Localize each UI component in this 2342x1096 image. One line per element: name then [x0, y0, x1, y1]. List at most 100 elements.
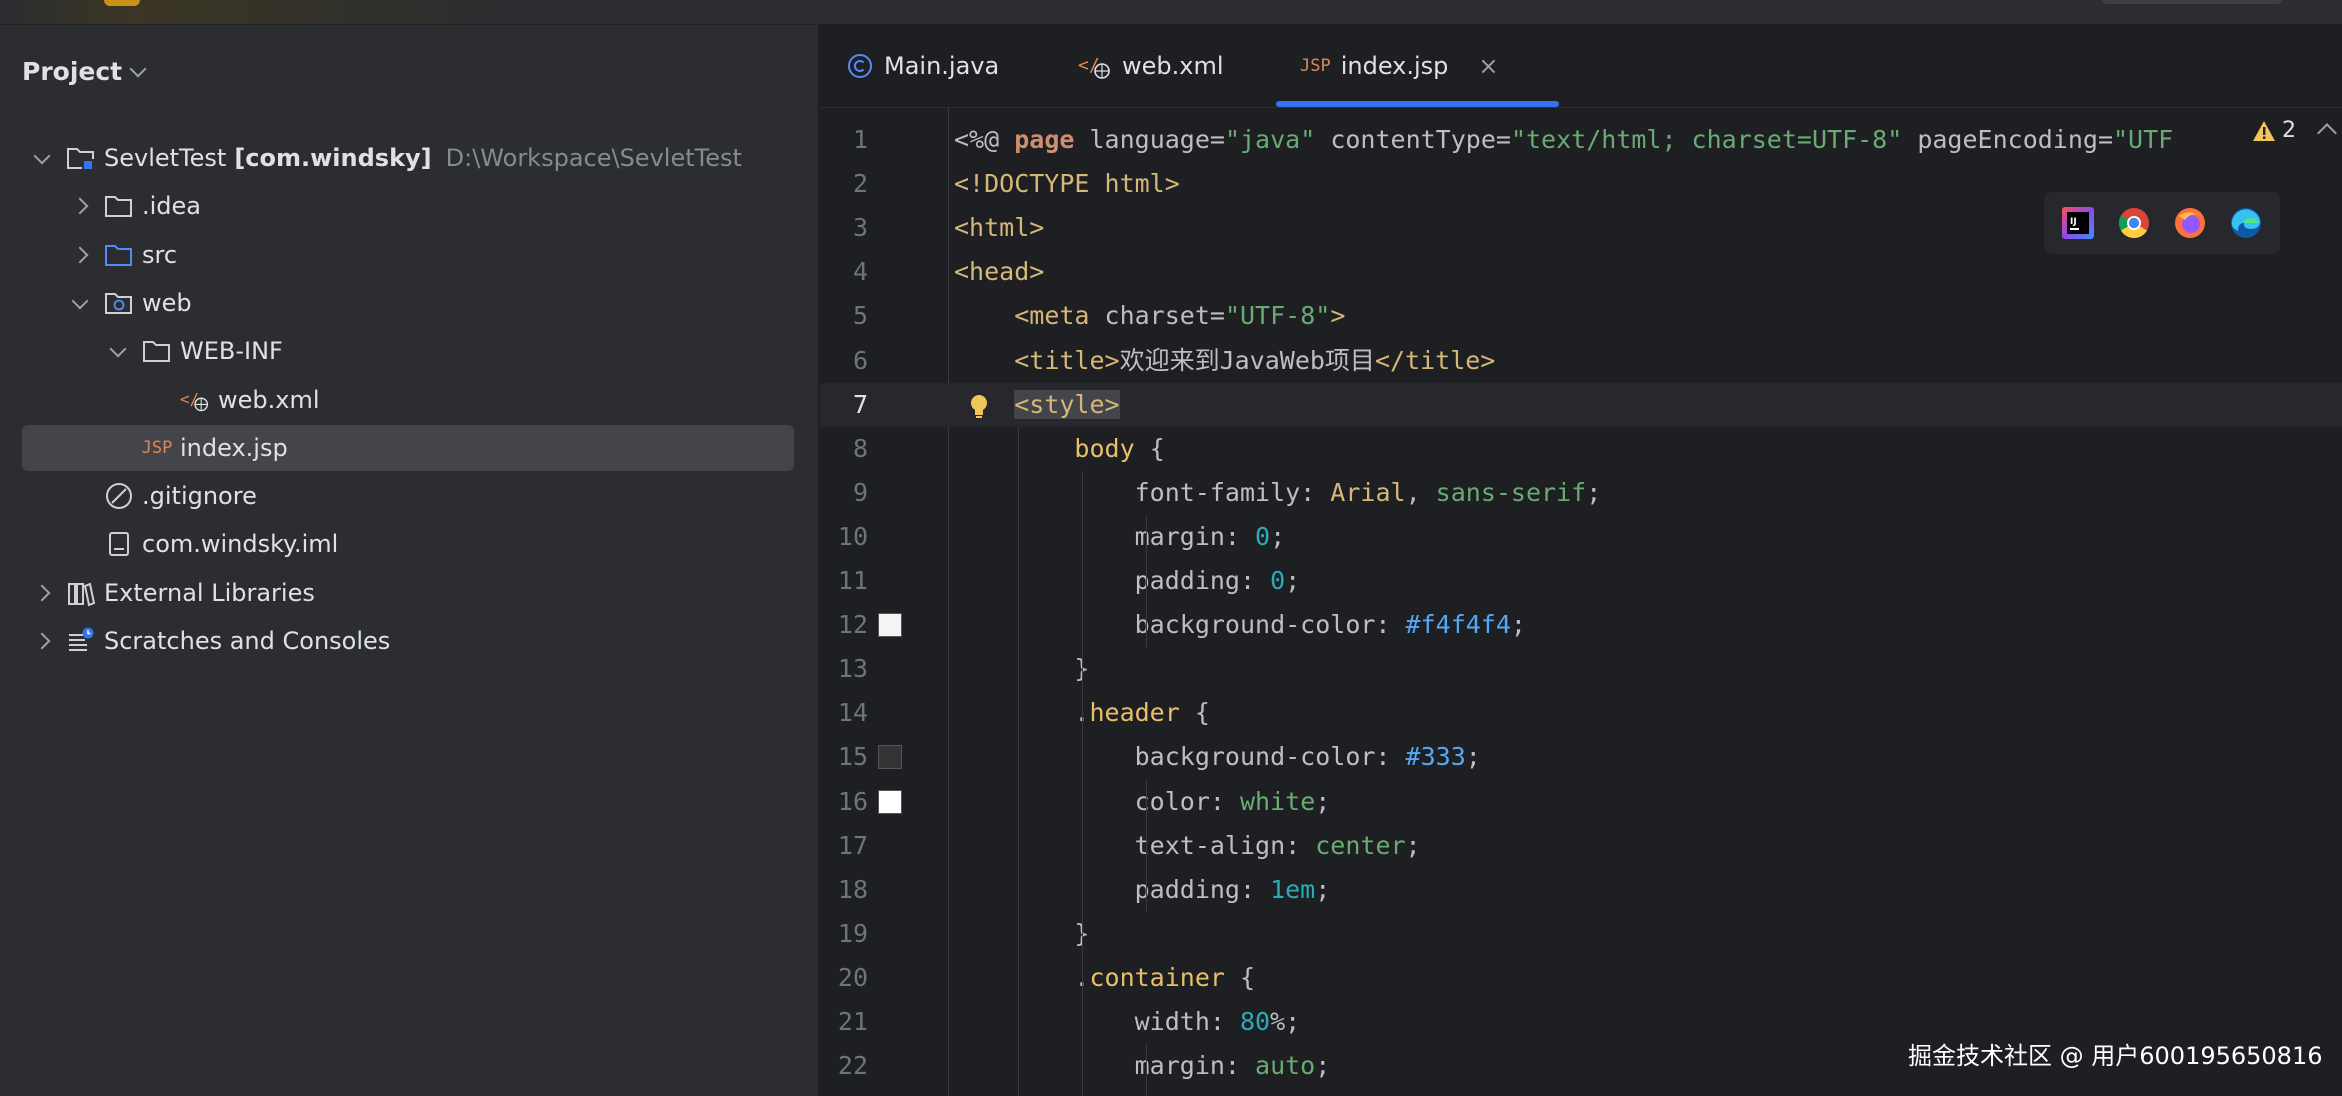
tree-item-com-windsky-iml[interactable]: com.windsky.iml — [22, 521, 794, 567]
code-token: <%@ — [954, 125, 1015, 154]
code-editor[interactable]: 1 <%@ page language="java" contentType="t… — [820, 108, 2342, 1096]
code-token: #f4f4f4 — [1405, 610, 1511, 640]
code-line[interactable]: 1 <%@ page language="java" contentType="t… — [820, 118, 2342, 162]
line-number[interactable]: 20 — [820, 956, 868, 1000]
line-number[interactable]: 4 — [820, 250, 868, 294]
code-line[interactable]: 10 margin: 0; — [820, 515, 2342, 559]
tab-web-xml[interactable]: </ web.xml — [1078, 25, 1224, 107]
line-number[interactable]: 11 — [820, 559, 868, 603]
line-number[interactable]: 3 — [820, 206, 868, 250]
code-text: background-color: #333; — [954, 735, 1481, 779]
edge-icon[interactable] — [2229, 206, 2263, 240]
code-token: > — [1330, 301, 1346, 331]
expand-toggle[interactable] — [68, 291, 92, 315]
code-line[interactable]: 4 <head> — [820, 250, 2342, 294]
chevron-down-icon[interactable] — [129, 60, 147, 78]
tree-item-index-jsp[interactable]: JSP index.jsp — [22, 424, 794, 471]
line-number[interactable]: 16 — [820, 780, 868, 824]
code-line[interactable]: 7 <style> — [820, 382, 2342, 427]
svg-text:IJ: IJ — [2070, 217, 2077, 227]
source-folder-icon — [104, 240, 134, 270]
code-token: #333 — [1405, 742, 1466, 772]
chrome-icon[interactable] — [2117, 206, 2151, 240]
chevron-down-icon[interactable] — [109, 340, 127, 358]
tree-item-web-inf[interactable]: WEB-INF — [22, 328, 794, 374]
code-line[interactable]: 20 .container { — [820, 956, 2342, 1000]
expand-toggle[interactable] — [68, 194, 92, 218]
tree-item-src[interactable]: src — [22, 232, 794, 278]
line-number[interactable]: 9 — [820, 471, 868, 515]
expand-placeholder — [106, 436, 130, 460]
tree-item-web[interactable]: web — [22, 280, 794, 326]
line-number[interactable]: 6 — [820, 339, 868, 383]
color-swatch-icon[interactable] — [878, 789, 902, 814]
expand-toggle[interactable] — [30, 581, 54, 605]
chevron-right-icon[interactable] — [33, 632, 51, 650]
tree-item-sevlettest[interactable]: SevletTest [com.windsky] D:\Workspace\Sevl… — [22, 135, 794, 181]
line-number[interactable]: 10 — [820, 515, 868, 559]
expand-toggle[interactable] — [106, 339, 130, 363]
line-number[interactable]: 19 — [820, 912, 868, 956]
line-number[interactable]: 23 — [820, 1088, 868, 1096]
tab-main-java[interactable]: Main.java — [846, 25, 999, 107]
color-swatch-icon[interactable] — [878, 745, 902, 770]
line-number[interactable]: 22 — [820, 1044, 868, 1088]
chevron-right-icon[interactable] — [71, 197, 89, 215]
line-number[interactable]: 2 — [820, 162, 868, 206]
line-number[interactable]: 21 — [820, 1000, 868, 1044]
code-line[interactable]: 6 <title>欢迎来到JavaWeb项目</title> — [820, 339, 2342, 383]
title-bar-glow — [0, 0, 520, 24]
line-number[interactable]: 1 — [820, 118, 868, 162]
tree-item-label: SevletTest — [104, 144, 227, 172]
code-line[interactable]: 15 background-color: #333; — [820, 735, 2342, 779]
active-tab-indicator — [1276, 101, 1559, 107]
intellij-icon[interactable]: IJ — [2061, 206, 2095, 240]
inspection-widget[interactable]: 2 — [2252, 118, 2296, 143]
code-line[interactable]: 14 .header { — [820, 691, 2342, 735]
code-line[interactable]: 17 text-align: center; — [820, 824, 2342, 868]
folder-icon — [104, 191, 134, 221]
tree-item-idea[interactable]: .idea — [22, 183, 794, 229]
tree-item-web-xml[interactable]: </ web.xml — [22, 377, 794, 423]
expand-toggle[interactable] — [68, 243, 92, 267]
tree-item-external-libraries[interactable]: External Libraries — [22, 570, 794, 616]
expand-toggle[interactable] — [30, 146, 54, 170]
chevron-down-icon[interactable] — [71, 292, 89, 310]
code-text: padding: 1em; — [954, 868, 1331, 912]
line-number[interactable]: 17 — [820, 824, 868, 868]
line-number[interactable]: 13 — [820, 647, 868, 691]
code-line[interactable]: 19 } — [820, 912, 2342, 956]
line-number[interactable]: 12 — [820, 603, 868, 647]
code-line[interactable]: 8 body { — [820, 427, 2342, 471]
tree-item-scratches-and-consoles[interactable]: Scratches and Consoles — [22, 618, 794, 664]
chevron-right-icon[interactable] — [71, 246, 89, 264]
firefox-icon[interactable] — [2173, 206, 2207, 240]
code-line[interactable]: 18 padding: 1em; — [820, 868, 2342, 912]
line-number[interactable]: 8 — [820, 427, 868, 471]
tab-index-jsp[interactable]: JSP index.jsp × — [1276, 25, 1559, 107]
title-bar-controls[interactable] — [2102, 0, 2282, 4]
code-token: charset= — [1104, 301, 1225, 331]
code-line[interactable]: 13 } — [820, 647, 2342, 691]
line-number[interactable]: 15 — [820, 735, 868, 779]
code-line[interactable]: 12 background-color: #f4f4f4; — [820, 603, 2342, 647]
color-swatch-icon[interactable] — [878, 613, 902, 638]
code-line[interactable]: 16 color: white; — [820, 780, 2342, 824]
code-line[interactable]: 11 padding: 0; — [820, 559, 2342, 603]
code-line[interactable]: 9 font-family: Arial, sans-serif; — [820, 471, 2342, 515]
code-line[interactable]: 5 <meta charset="UTF-8"> — [820, 294, 2342, 338]
chevron-down-icon[interactable] — [33, 147, 51, 165]
line-number[interactable]: 14 — [820, 691, 868, 735]
chevron-right-icon[interactable] — [33, 584, 51, 602]
expand-toggle[interactable] — [30, 629, 54, 653]
close-icon[interactable]: × — [1478, 52, 1498, 80]
line-number[interactable]: 5 — [820, 294, 868, 338]
code-line[interactable]: 23 padding: 20px; — [820, 1088, 2342, 1096]
line-number[interactable]: 7 — [820, 383, 868, 427]
line-number[interactable]: 18 — [820, 868, 868, 912]
tree-item-gitignore[interactable]: .gitignore — [22, 473, 794, 519]
app-logo-icon[interactable] — [104, 0, 140, 6]
project-panel-header[interactable]: Project — [22, 51, 147, 91]
web-folder-icon — [104, 288, 134, 318]
